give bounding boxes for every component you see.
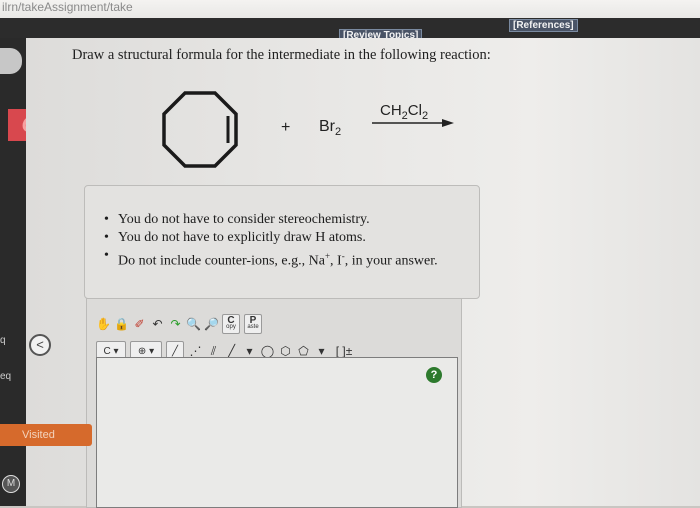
help-icon[interactable]: ?	[426, 367, 442, 383]
visited-badge: Visited	[0, 424, 92, 446]
references-button[interactable]: [References]	[509, 19, 578, 32]
reagent-label: Br2	[319, 118, 342, 139]
instruction-item: You do not have to consider stereochemis…	[104, 211, 438, 229]
copy-button[interactable]: Copy	[222, 314, 240, 334]
redo-icon[interactable]: ↷	[168, 316, 183, 332]
drawing-canvas[interactable]	[96, 357, 458, 508]
instruction-item: You do not have to explicitly draw H ato…	[104, 229, 438, 247]
zoom-out-icon[interactable]: 🔎	[204, 316, 219, 332]
eraser-icon[interactable]: ✐	[132, 316, 147, 332]
instruction-item: Do not include counter-ions, e.g., Na+, …	[104, 247, 438, 271]
back-arrow-icon[interactable]: <	[29, 334, 51, 356]
zoom-in-icon[interactable]: 🔍	[186, 316, 201, 332]
sidebar-label-eq: eq	[0, 371, 12, 382]
question-text: Draw a structural formula for the interm…	[72, 47, 491, 63]
menu-circle-icon[interactable]: M	[2, 475, 20, 493]
reaction-plus: +	[281, 119, 291, 136]
url-text: ilrn/takeAssignment/take	[2, 0, 133, 14]
hand-tool-icon[interactable]: ✋	[96, 316, 111, 332]
instructions-list: You do not have to consider stereochemis…	[104, 211, 438, 271]
lock-icon[interactable]: 🔒	[114, 316, 129, 332]
sidebar-label-q: q	[0, 335, 6, 346]
paste-button[interactable]: Paste	[244, 314, 262, 334]
reaction-arrow-icon	[372, 119, 454, 127]
undo-icon[interactable]: ↶	[150, 316, 165, 332]
cyclooctene-structure	[162, 91, 238, 168]
editor-toolbar-top: ✋ 🔒 ✐ ↶ ↷ 🔍 🔎 Copy Paste	[96, 314, 266, 334]
